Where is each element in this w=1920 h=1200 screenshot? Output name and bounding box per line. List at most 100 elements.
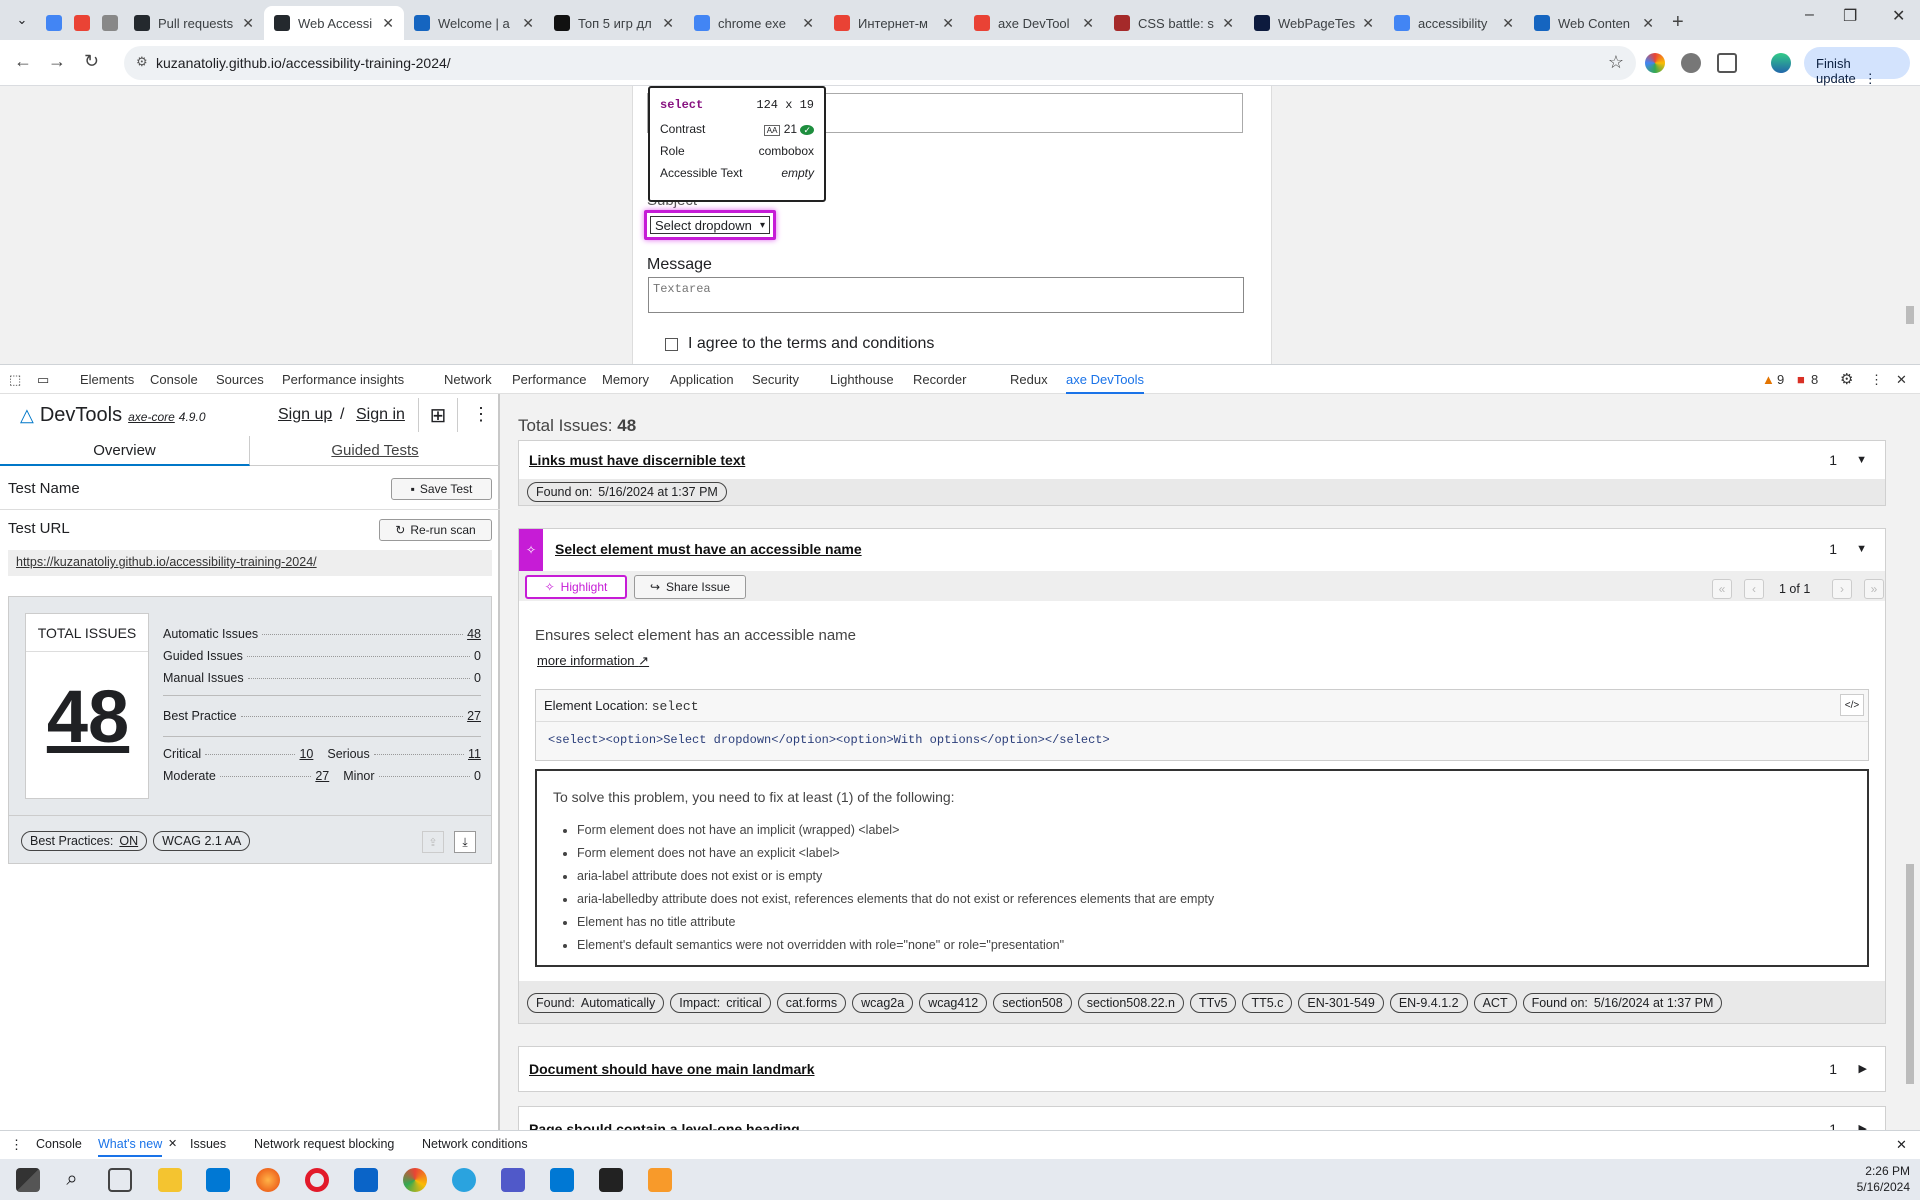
- browser-tab[interactable]: Web Accessi ✕: [264, 6, 404, 40]
- chevron-down-icon[interactable]: ▼: [1856, 543, 1867, 555]
- agree-checkbox[interactable]: [665, 337, 678, 351]
- stat-serious-value[interactable]: 11: [468, 747, 481, 761]
- browser-tab[interactable]: axe DevTool ✕: [964, 6, 1104, 40]
- inspect-element-icon[interactable]: ⬚: [9, 372, 21, 388]
- close-tab-icon[interactable]: ✕: [382, 15, 394, 32]
- wcag-standard-pill[interactable]: WCAG 2.1 AA: [153, 831, 251, 851]
- issue-title[interactable]: Select element must have an accessible n…: [555, 541, 862, 557]
- firefox-icon[interactable]: [256, 1168, 280, 1192]
- browser-tab[interactable]: CSS battle: s ✕: [1104, 6, 1244, 40]
- close-drawer-icon[interactable]: ✕: [1896, 1137, 1907, 1153]
- forward-icon[interactable]: →: [48, 51, 66, 72]
- browser-tab[interactable]: chrome exe ✕: [684, 6, 824, 40]
- download-icon[interactable]: ⤓: [454, 831, 476, 853]
- stat-critical-value[interactable]: 10: [299, 747, 313, 761]
- chrome-icon[interactable]: [403, 1168, 427, 1192]
- warning-icon[interactable]: ▲: [1762, 372, 1775, 387]
- element-location-value[interactable]: select: [652, 699, 699, 714]
- close-tab-icon[interactable]: ✕: [1362, 15, 1374, 32]
- close-tab-icon[interactable]: ✕: [1222, 15, 1234, 32]
- first-page-icon[interactable]: «: [1712, 579, 1732, 599]
- settings-gear-icon[interactable]: ⚙: [1840, 370, 1853, 388]
- drawer-tab[interactable]: Issues: [190, 1137, 226, 1151]
- start-windows-icon[interactable]: [16, 1168, 40, 1192]
- last-page-icon[interactable]: »: [1864, 579, 1884, 599]
- scrollbar-thumb[interactable]: [1906, 864, 1914, 1084]
- browser-tab[interactable]: [40, 6, 68, 40]
- error-icon[interactable]: ■: [1797, 372, 1805, 387]
- close-tab-icon[interactable]: ✕: [1082, 15, 1094, 32]
- devtools-tab[interactable]: Console: [150, 372, 198, 387]
- terminal-icon[interactable]: [599, 1168, 623, 1192]
- save-test-button[interactable]: ▪ Save Test: [391, 478, 492, 500]
- system-clock[interactable]: 2:26 PM 5/16/2024: [1857, 1163, 1910, 1195]
- message-textarea[interactable]: [648, 277, 1244, 313]
- close-tab-icon[interactable]: ✕: [942, 15, 954, 32]
- finish-update-button[interactable]: Finish update ⋮: [1804, 47, 1910, 86]
- best-practices-toggle[interactable]: Best Practices: ON: [21, 831, 148, 851]
- signup-link[interactable]: Sign up: [278, 406, 332, 424]
- devtools-tab[interactable]: Redux: [1010, 372, 1048, 387]
- share-icon[interactable]: ⇪: [422, 831, 444, 853]
- outlook-icon[interactable]: [354, 1168, 378, 1192]
- close-window-icon[interactable]: ✕: [1892, 6, 1905, 26]
- devtools-tab[interactable]: Performance: [512, 372, 586, 387]
- close-tab-icon[interactable]: ✕: [1642, 15, 1654, 32]
- reload-icon[interactable]: ↻: [84, 51, 99, 72]
- devtools-tab[interactable]: Application: [670, 372, 734, 387]
- drawer-tab[interactable]: What's new: [98, 1137, 163, 1157]
- share-issue-button[interactable]: ↪ Share Issue: [634, 575, 746, 599]
- browser-tab[interactable]: Web Conten ✕: [1524, 6, 1664, 40]
- highlight-button[interactable]: ✧ Highlight: [525, 575, 627, 599]
- task-view-icon[interactable]: [108, 1168, 132, 1192]
- error-count[interactable]: 8: [1811, 372, 1818, 387]
- rerun-scan-button[interactable]: ↻ Re-run scan: [379, 519, 492, 541]
- warning-count[interactable]: 9: [1777, 372, 1784, 387]
- site-info-icon[interactable]: ⚙: [136, 54, 148, 70]
- browser-tab[interactable]: Pull requests ✕: [124, 6, 264, 40]
- opera-icon[interactable]: [305, 1168, 329, 1192]
- extension-color-icon[interactable]: [1645, 53, 1665, 73]
- vscode-icon[interactable]: [550, 1168, 574, 1192]
- close-whats-new-icon[interactable]: ✕: [168, 1137, 177, 1150]
- chevron-right-icon[interactable]: ▶: [1859, 1062, 1867, 1075]
- stat-moderate-value[interactable]: 27: [315, 769, 329, 783]
- search-icon[interactable]: ⌕: [60, 1168, 84, 1192]
- restore-icon[interactable]: ❐: [1843, 6, 1857, 26]
- extension-wp-icon[interactable]: [1681, 53, 1701, 73]
- issue-title[interactable]: Page should contain a level-one heading: [529, 1121, 800, 1130]
- browser-tab[interactable]: accessibility ✕: [1384, 6, 1524, 40]
- axe-menu-icon[interactable]: ⋮: [472, 404, 490, 425]
- browser-tab[interactable]: [68, 6, 96, 40]
- address-bar[interactable]: ⚙ kuzanatoliy.github.io/accessibility-tr…: [124, 46, 1636, 80]
- minimize-icon[interactable]: –: [1805, 6, 1814, 24]
- issues-scrollbar[interactable]: [1900, 394, 1920, 1130]
- close-tab-icon[interactable]: ✕: [662, 15, 674, 32]
- bookmark-star-icon[interactable]: ☆: [1608, 52, 1624, 73]
- devtools-tab[interactable]: Sources: [216, 372, 264, 387]
- close-tab-icon[interactable]: ✕: [242, 15, 254, 32]
- tab-overview[interactable]: Overview: [0, 436, 250, 466]
- file-explorer-icon[interactable]: [158, 1168, 182, 1192]
- devtools-tab[interactable]: Security: [752, 372, 799, 387]
- devtools-tab[interactable]: axe DevTools: [1066, 372, 1145, 394]
- extensions-puzzle-icon[interactable]: [1717, 53, 1737, 73]
- chevron-right-icon[interactable]: ▶: [1859, 1122, 1867, 1130]
- drawer-tab[interactable]: Console: [36, 1137, 82, 1151]
- teams-icon[interactable]: [501, 1168, 525, 1192]
- app-orange-icon[interactable]: [648, 1168, 672, 1192]
- signin-link[interactable]: Sign in: [356, 406, 405, 424]
- browser-tab[interactable]: WebPageTes ✕: [1244, 6, 1384, 40]
- back-icon[interactable]: ←: [14, 51, 32, 72]
- browser-tab[interactable]: Welcome | a ✕: [404, 6, 544, 40]
- stat-bestpractice-value[interactable]: 27: [467, 709, 481, 723]
- devtools-tab[interactable]: Performance insights: [282, 372, 404, 387]
- device-toolbar-icon[interactable]: ▭: [37, 372, 49, 388]
- telegram-icon[interactable]: [452, 1168, 476, 1192]
- tab-guided-tests[interactable]: Guided Tests: [250, 436, 500, 466]
- issue-title[interactable]: Links must have discernible text: [529, 452, 745, 468]
- total-issues-count[interactable]: 48: [26, 674, 150, 759]
- more-information-link[interactable]: more information ↗: [537, 653, 649, 669]
- devtools-tab[interactable]: Memory: [602, 372, 649, 387]
- tab-search-button[interactable]: ⌄: [8, 6, 36, 34]
